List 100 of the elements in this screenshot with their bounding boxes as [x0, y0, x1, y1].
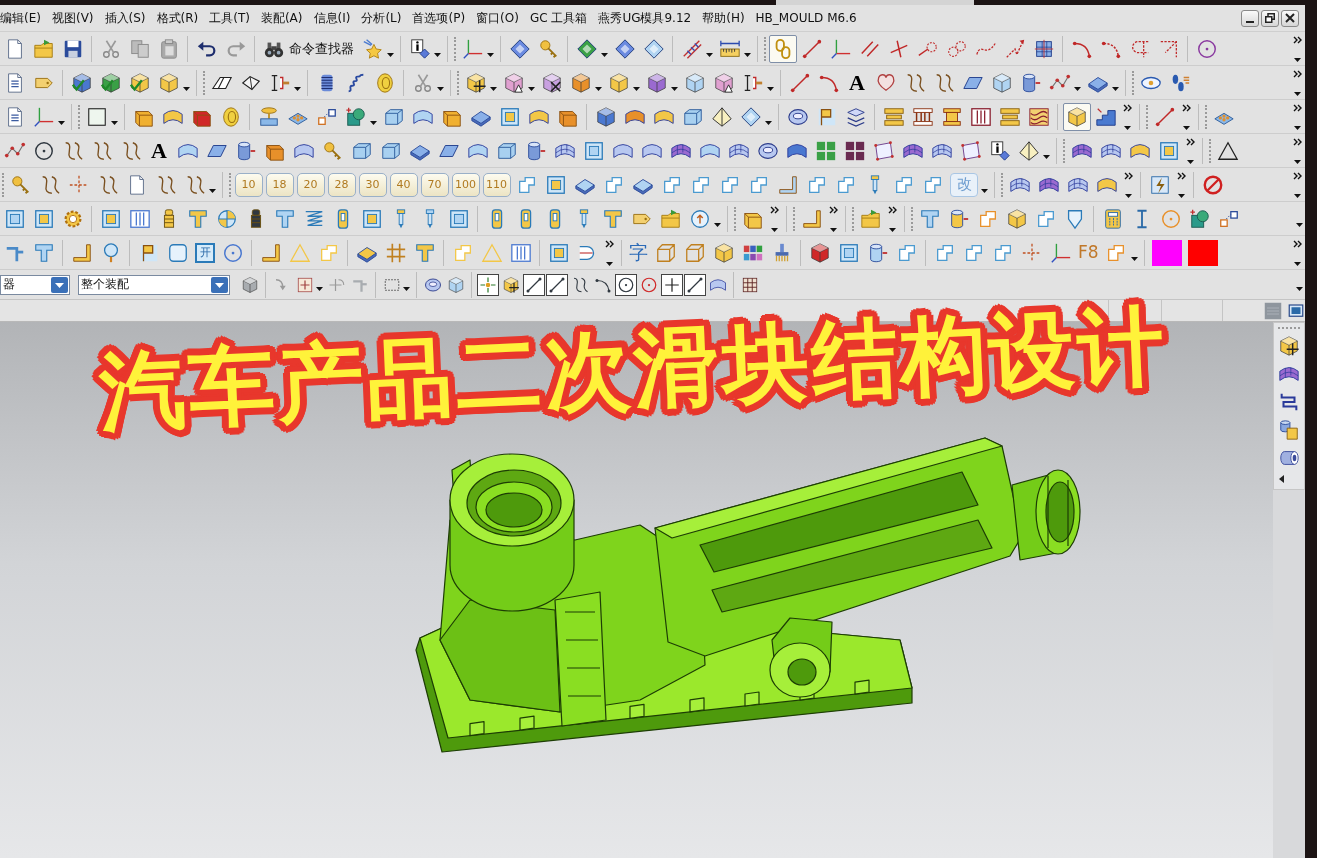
restore-icon[interactable]: [1265, 13, 1275, 23]
menu-item[interactable]: 视图(V): [51, 9, 94, 27]
bars-icon[interactable]: [969, 105, 992, 128]
frame-icon[interactable]: [547, 241, 570, 264]
dropdown-caret-icon[interactable]: [1294, 159, 1301, 164]
dropdown-caret-icon[interactable]: [1124, 125, 1131, 130]
minimize-button[interactable]: [1241, 9, 1259, 27]
dropdown-caret-icon[interactable]: [183, 87, 190, 91]
dropdown-caret-icon[interactable]: [1178, 193, 1185, 198]
chevron-icon[interactable]: [1293, 35, 1302, 44]
spool-icon[interactable]: [940, 105, 963, 128]
dropdown-caret-icon[interactable]: [606, 261, 613, 266]
square-circle-icon[interactable]: [1188, 207, 1211, 230]
key-icon[interactable]: [537, 37, 560, 60]
cube-plus-icon[interactable]: [1278, 335, 1300, 357]
menu-item[interactable]: 编辑(E): [0, 9, 41, 27]
frame-icon[interactable]: [3, 207, 26, 230]
gauge-icon[interactable]: [688, 207, 711, 230]
chevron-icon[interactable]: [1293, 239, 1302, 248]
grid-lines-icon[interactable]: [740, 275, 759, 294]
l-shape-icon[interactable]: [800, 207, 823, 230]
dropdown-caret-icon[interactable]: [437, 87, 444, 91]
scope-dropdown[interactable]: 整个装配: [78, 274, 230, 295]
frame-icon[interactable]: [447, 207, 470, 230]
cube-icon[interactable]: [990, 71, 1013, 94]
cube-icon[interactable]: [712, 241, 735, 264]
tile-grid-icon[interactable]: [843, 139, 866, 162]
frame-icon[interactable]: [837, 241, 860, 264]
dropdown-caret-icon[interactable]: [294, 87, 301, 91]
l-shape-icon[interactable]: [776, 173, 799, 196]
dropdown-caret-icon[interactable]: [1130, 257, 1138, 261]
diamond-icon[interactable]: [613, 37, 636, 60]
tee-icon[interactable]: [413, 241, 436, 264]
dropdown-caret-icon[interactable]: [1296, 287, 1303, 291]
stacked-plates-icon[interactable]: [998, 105, 1021, 128]
chain-icon[interactable]: [768, 34, 797, 63]
square-icon[interactable]: [85, 105, 108, 128]
dropdown-caret-icon[interactable]: [490, 87, 497, 91]
menu-item[interactable]: 信息(I): [313, 9, 351, 27]
cube-icon[interactable]: [808, 241, 831, 264]
frame-icon[interactable]: [1157, 139, 1180, 162]
dropdown-caret-icon[interactable]: [403, 287, 410, 291]
dropdown-caret-icon[interactable]: [771, 227, 778, 232]
cross-icon[interactable]: [67, 173, 90, 196]
cube-icon[interactable]: [569, 71, 592, 94]
bars-icon[interactable]: [128, 207, 151, 230]
tee-icon[interactable]: [918, 207, 941, 230]
stacked-plates-icon[interactable]: [882, 105, 905, 128]
dropdown-caret-icon[interactable]: [1294, 125, 1301, 130]
rounded-square-icon[interactable]: [166, 241, 189, 264]
tee-icon[interactable]: [273, 207, 296, 230]
dropdown-caret-icon[interactable]: [1294, 261, 1301, 266]
wireframe-cube-icon[interactable]: [654, 241, 677, 264]
menu-item[interactable]: 帮助(H): [702, 9, 745, 27]
close-icon[interactable]: [1285, 13, 1295, 23]
tee-icon[interactable]: [601, 207, 624, 230]
frame-icon[interactable]: [99, 207, 122, 230]
triangle-icon[interactable]: [1216, 139, 1239, 162]
tee-icon[interactable]: [32, 241, 55, 264]
no-entry-icon[interactable]: [1201, 173, 1224, 196]
dropdown-caret-icon[interactable]: [387, 53, 394, 57]
comb-icon[interactable]: [911, 105, 934, 128]
toolbar-glyph-button[interactable]: 开: [195, 242, 215, 263]
cube-triangle-icon[interactable]: [502, 71, 525, 94]
toolbar-glyph-button[interactable]: A: [846, 69, 868, 96]
dropdown-caret-icon[interactable]: [1183, 125, 1190, 130]
dropdown-caret-icon[interactable]: [595, 87, 602, 91]
close-button[interactable]: [1281, 9, 1299, 27]
dropdown-caret-icon[interactable]: [744, 53, 751, 57]
menu-item[interactable]: 燕秀UG模具9.12: [598, 9, 692, 27]
menu-item[interactable]: 工具(T): [209, 9, 250, 27]
layers-icon[interactable]: [844, 105, 867, 128]
dropdown-caret-icon[interactable]: [111, 121, 118, 125]
menu-item[interactable]: 首选项(P): [412, 9, 466, 27]
frame-icon[interactable]: [582, 139, 605, 162]
dropdown-caret-icon[interactable]: [633, 87, 640, 91]
dropdown-caret-icon[interactable]: [671, 87, 678, 91]
dropdown-caret-icon[interactable]: [830, 227, 837, 232]
quad-icon[interactable]: [872, 139, 895, 162]
dropdown-caret-icon[interactable]: [316, 287, 323, 291]
filter-dropdown[interactable]: 器: [0, 274, 70, 295]
toolbar-glyph-button[interactable]: 字: [629, 243, 648, 262]
tile-grid-icon[interactable]: [814, 139, 837, 162]
chevron-icon[interactable]: [605, 239, 614, 248]
axes-icon[interactable]: [32, 105, 55, 128]
diamond-icon[interactable]: [508, 37, 531, 60]
chevron-icon[interactable]: [1186, 137, 1195, 146]
restore-button[interactable]: [1261, 9, 1279, 27]
dropdown-caret-icon[interactable]: [434, 53, 441, 57]
toolbar-glyph-button[interactable]: A: [148, 137, 170, 164]
square-circle-icon[interactable]: [344, 105, 367, 128]
frame-icon[interactable]: [32, 207, 55, 230]
dropdown-caret-icon[interactable]: [1125, 193, 1132, 198]
dropdown-caret-icon[interactable]: [528, 87, 535, 91]
info-icon[interactable]: [988, 139, 1011, 162]
diamond-icon[interactable]: [739, 105, 762, 128]
cross-icon[interactable]: [1020, 241, 1043, 264]
cube-check-icon[interactable]: [99, 71, 122, 94]
dropdown-caret-icon[interactable]: [714, 223, 721, 227]
circle-icon[interactable]: [32, 139, 55, 162]
